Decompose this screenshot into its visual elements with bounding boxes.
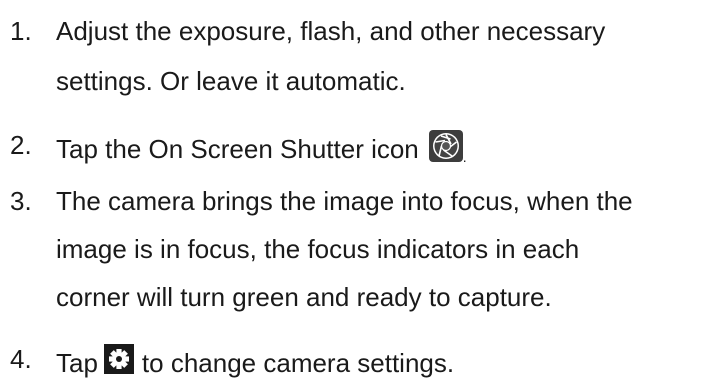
step-text-line: corner will turn green and ready to capt… [56, 282, 552, 312]
step-text: . [462, 149, 467, 165]
step-text-line: Tap to change camera settings. [56, 344, 454, 380]
shutter-icon [428, 130, 463, 168]
step-number: 1. [10, 16, 32, 46]
step-text-line: The camera brings the image into focus, … [56, 186, 633, 216]
step-text-line: settings. Or leave it automatic. [56, 66, 406, 96]
step-text-line: Tap the On Screen Shutter icon . [56, 130, 467, 172]
step-text: Tap the On Screen Shutter icon [56, 134, 419, 164]
instruction-list: 1. Adjust the exposure, flash, and other… [0, 0, 708, 390]
step-number: 2. [10, 130, 32, 160]
step-text: Tap [56, 348, 98, 378]
step-text: to change camera settings. [141, 348, 455, 378]
gear-icon [103, 344, 134, 380]
step-text-line: Adjust the exposure, flash, and other ne… [56, 16, 606, 46]
step-number: 3. [10, 186, 32, 216]
step-text-line: image is in focus, the focus indicators … [56, 234, 580, 264]
step-number: 4. [10, 344, 32, 374]
